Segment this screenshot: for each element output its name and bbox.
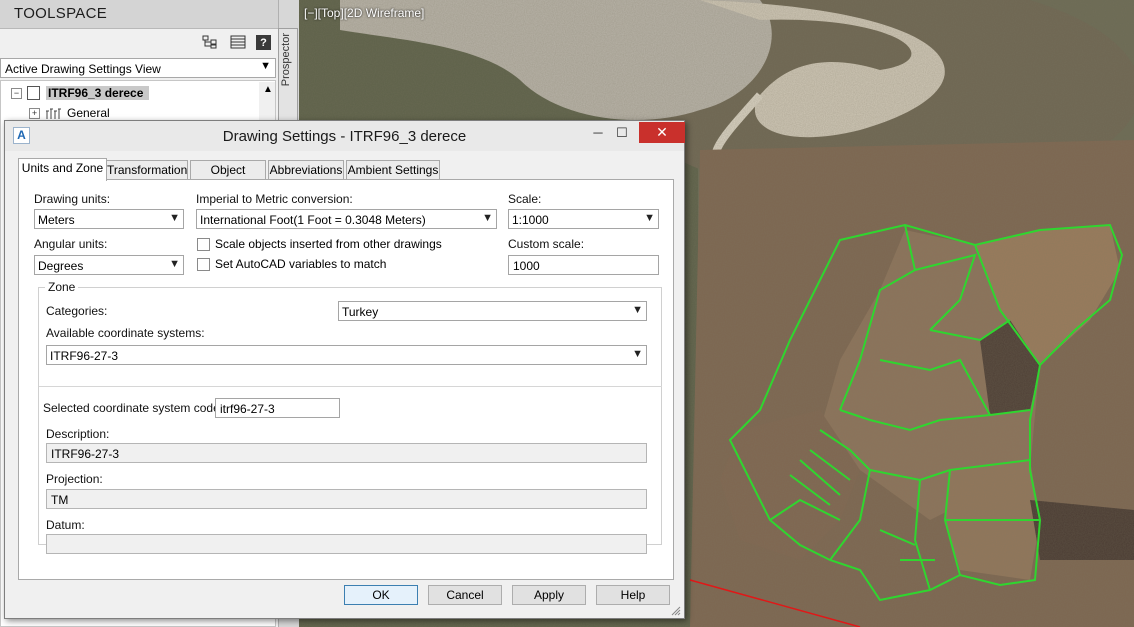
- scale-objects-label: Scale objects inserted from other drawin…: [215, 237, 442, 251]
- settings-folder-icon: [45, 106, 61, 120]
- toolspace-titlebar[interactable]: TOOLSPACE: [0, 0, 278, 29]
- item-view-icon[interactable]: [229, 34, 247, 50]
- chevron-down-icon: ▼: [482, 212, 493, 224]
- minimize-icon[interactable]: ─: [591, 125, 605, 143]
- view-select[interactable]: Active Drawing Settings View ▼: [0, 58, 276, 78]
- chevron-down-icon: ▼: [644, 212, 655, 224]
- imperial-conversion-label: Imperial to Metric conversion:: [196, 192, 353, 206]
- scroll-up-icon[interactable]: ▲: [263, 84, 273, 95]
- tree-view-icon[interactable]: [201, 34, 219, 50]
- available-cs-label: Available coordinate systems:: [46, 326, 205, 340]
- scale-value: 1:1000: [512, 213, 549, 227]
- tree-item-drawing[interactable]: − ITRF96_3 derece: [11, 84, 150, 102]
- drawing-units-select[interactable]: Meters ▼: [34, 209, 184, 229]
- collapse-icon[interactable]: −: [11, 87, 22, 99]
- categories-label: Categories:: [46, 304, 108, 318]
- projection-value: TM: [51, 493, 69, 507]
- zone-group-title: Zone: [45, 280, 79, 294]
- chevron-down-icon: ▼: [169, 212, 180, 224]
- custom-scale-value: 1000: [513, 259, 540, 273]
- set-autocad-vars-checkbox[interactable]: Set AutoCAD variables to match: [197, 257, 386, 271]
- selected-code-label: Selected coordinate system code:: [43, 401, 224, 415]
- datum-field: [46, 534, 647, 554]
- tree-item-label: General: [67, 106, 110, 120]
- available-cs-value: ITRF96-27-3: [50, 349, 119, 363]
- help-icon[interactable]: ?: [256, 35, 271, 50]
- drawing-units-value: Meters: [38, 213, 75, 227]
- cancel-button[interactable]: Cancel: [428, 585, 502, 605]
- chevron-down-icon: ▼: [260, 60, 271, 72]
- selected-code-value: itrf96-27-3: [220, 402, 275, 416]
- maximize-icon[interactable]: ☐: [615, 125, 629, 143]
- imperial-conversion-value: International Foot(1 Foot = 0.3048 Meter…: [200, 213, 426, 227]
- help-button[interactable]: Help: [596, 585, 670, 605]
- scale-select[interactable]: 1:1000 ▼: [508, 209, 659, 229]
- chevron-down-icon: ▼: [632, 304, 643, 316]
- chevron-down-icon: ▼: [632, 348, 643, 360]
- drawing-settings-dialog: A Drawing Settings - ITRF96_3 derece ─ ☐…: [4, 120, 685, 619]
- view-select-value: Active Drawing Settings View: [5, 62, 161, 76]
- angular-units-value: Degrees: [38, 259, 84, 273]
- tab-units-and-zone[interactable]: Units and Zone: [18, 158, 107, 181]
- description-field: ITRF96-27-3: [46, 443, 647, 463]
- custom-scale-input[interactable]: 1000: [508, 255, 659, 275]
- checkbox-box[interactable]: [197, 237, 210, 251]
- units-and-zone-panel: Drawing units: Meters ▼ Imperial to Metr…: [18, 179, 674, 580]
- imperial-conversion-select[interactable]: International Foot(1 Foot = 0.3048 Meter…: [196, 209, 497, 229]
- tree-scrollbar[interactable]: ▲: [259, 82, 275, 122]
- dialog-title: Drawing Settings - ITRF96_3 derece: [222, 128, 467, 145]
- custom-scale-label: Custom scale:: [508, 237, 585, 251]
- projection-field: TM: [46, 489, 647, 509]
- available-cs-select[interactable]: ITRF96-27-3 ▼: [46, 345, 647, 365]
- toolspace-title: TOOLSPACE: [14, 5, 108, 22]
- angular-units-select[interactable]: Degrees ▼: [34, 255, 184, 275]
- categories-select[interactable]: Turkey ▼: [338, 301, 647, 321]
- scale-objects-checkbox[interactable]: Scale objects inserted from other drawin…: [197, 237, 442, 251]
- drawing-doc-icon: [27, 86, 40, 100]
- categories-value: Turkey: [342, 305, 379, 319]
- drawing-units-label: Drawing units:: [34, 192, 111, 206]
- checkbox-box[interactable]: [197, 257, 210, 271]
- description-label: Description:: [46, 427, 110, 441]
- projection-label: Projection:: [46, 472, 103, 486]
- tree-item-label: ITRF96_3 derece: [46, 86, 150, 100]
- datum-label: Datum:: [46, 518, 85, 532]
- prospector-tab-label: Prospector: [280, 33, 292, 87]
- resize-grip-icon[interactable]: [671, 605, 681, 616]
- tab-object-layers[interactable]: Object Layers: [190, 160, 266, 195]
- viewport-label[interactable]: [−][Top][2D Wireframe]: [304, 6, 424, 20]
- tab-transformation[interactable]: Transformation: [106, 160, 188, 179]
- scale-label: Scale:: [508, 192, 542, 206]
- zone-divider: [39, 386, 662, 387]
- selected-code-input[interactable]: itrf96-27-3: [215, 398, 340, 418]
- description-value: ITRF96-27-3: [51, 447, 120, 461]
- close-icon[interactable]: ✕: [639, 122, 685, 143]
- tab-ambient-settings[interactable]: Ambient Settings: [346, 160, 440, 179]
- expand-icon[interactable]: +: [29, 107, 40, 119]
- dialog-titlebar[interactable]: A Drawing Settings - ITRF96_3 derece ─ ☐…: [5, 121, 685, 151]
- prospector-tab[interactable]: Prospector: [278, 28, 298, 124]
- tab-abbreviations[interactable]: Abbreviations: [268, 160, 344, 179]
- angular-units-label: Angular units:: [34, 237, 108, 251]
- chevron-down-icon: ▼: [169, 258, 180, 270]
- ok-button[interactable]: OK: [344, 585, 418, 605]
- apply-button[interactable]: Apply: [512, 585, 586, 605]
- set-autocad-vars-label: Set AutoCAD variables to match: [215, 257, 387, 271]
